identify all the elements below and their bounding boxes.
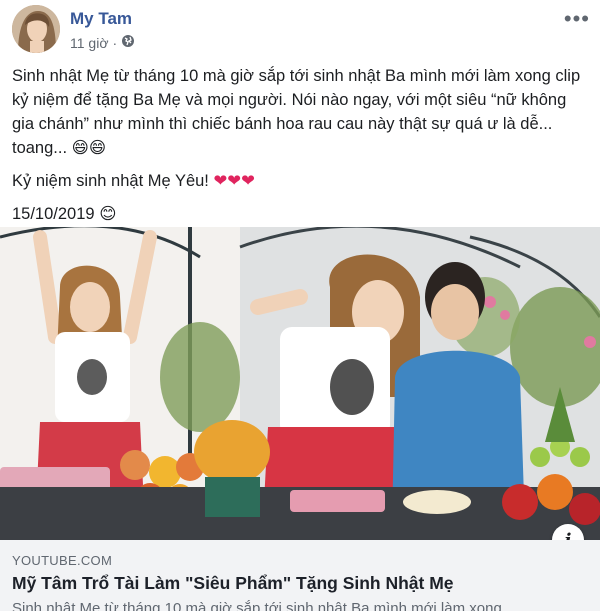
avatar[interactable] — [12, 5, 60, 53]
link-preview[interactable]: YOUTUBE.COM Mỹ Tâm Trổ Tài Làm "Siêu Phẩ… — [0, 540, 600, 611]
post-paragraph-1: Sinh nhật Mẹ từ tháng 10 mà giờ sắp tới … — [12, 64, 590, 160]
globe-icon — [121, 34, 135, 51]
post-text-line-2: Kỷ niệm sinh nhật Mẹ Yêu! — [12, 172, 209, 190]
meta-separator: · — [112, 34, 118, 51]
smile-emoji-icon: 😊 — [99, 205, 117, 223]
post-header: My Tam 11 giờ · ••• — [0, 0, 600, 58]
post-text: Sinh nhật Mẹ từ tháng 10 mà giờ sắp tới … — [12, 64, 590, 235]
link-title[interactable]: Mỹ Tâm Trổ Tài Làm "Siêu Phẩm" Tặng Sinh… — [12, 573, 454, 594]
video-thumbnail-image — [0, 227, 600, 540]
video-thumbnail[interactable] — [0, 227, 600, 540]
more-options-icon[interactable]: ••• — [564, 6, 590, 32]
heart-emoji-icon: ❤❤❤ — [213, 172, 255, 190]
post-meta: 11 giờ · — [70, 34, 135, 51]
post-date-text: 15/10/2019 — [12, 205, 95, 223]
post-paragraph-2: Kỷ niệm sinh nhật Mẹ Yêu! ❤❤❤ — [12, 169, 590, 193]
link-domain: YOUTUBE.COM — [12, 553, 113, 568]
author-name[interactable]: My Tam — [70, 9, 132, 29]
post-paragraph-3: 15/10/2019 😊 — [12, 202, 590, 226]
post-time[interactable]: 11 giờ — [70, 35, 109, 51]
avatar-image — [12, 5, 60, 53]
link-description: Sinh nhật Mẹ từ tháng 10 mà giờ sắp tới … — [12, 600, 502, 611]
grin-emoji-icon: 😄😄 — [71, 139, 107, 157]
